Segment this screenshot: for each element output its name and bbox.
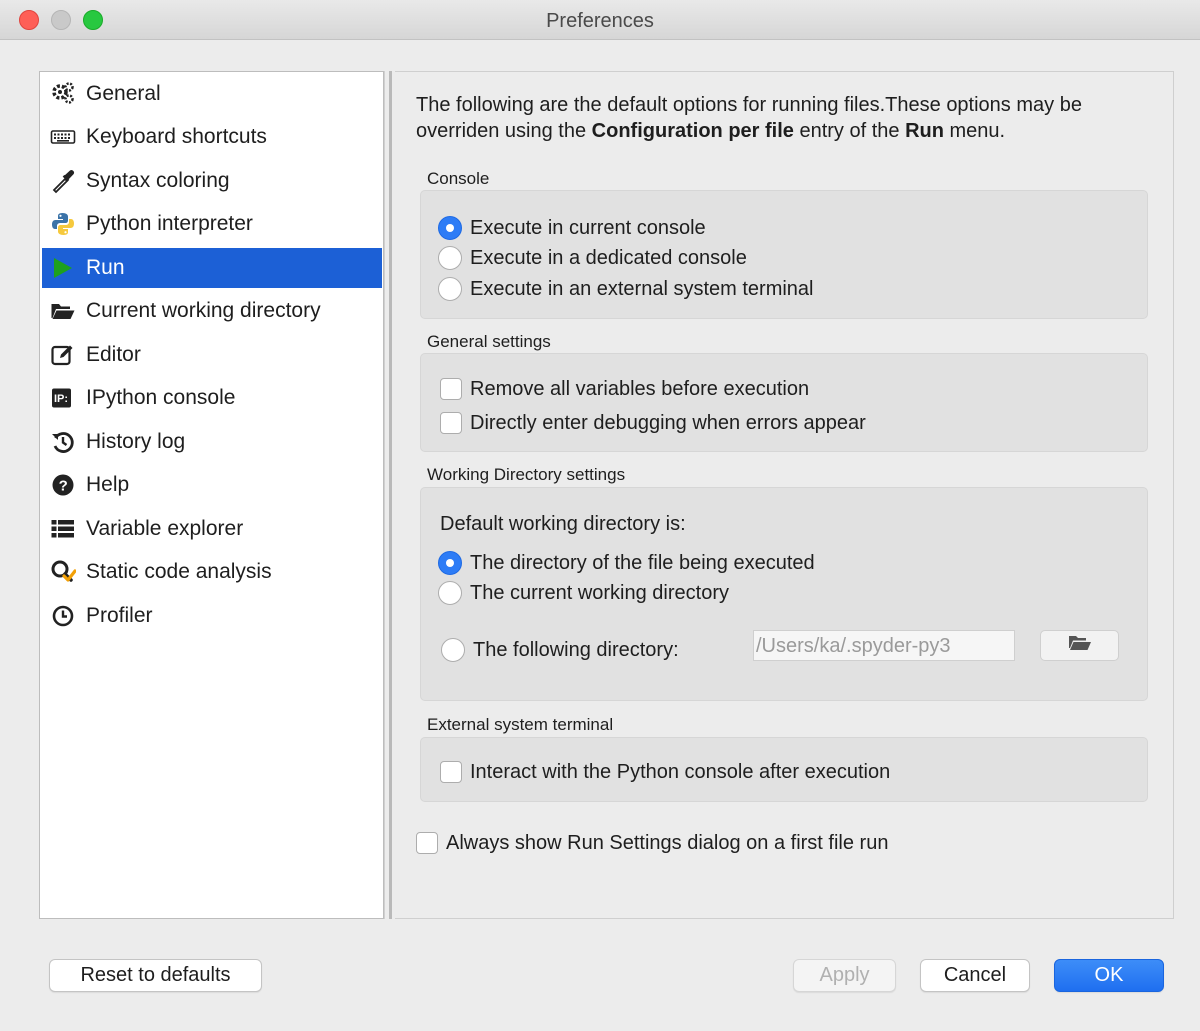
folder-open-icon: [50, 298, 76, 324]
sidebar-item-label: IPython console: [86, 386, 236, 409]
current-working-directory-radio[interactable]: The current working directory: [438, 579, 729, 607]
sidebar-item-label: Editor: [86, 343, 141, 366]
window-title: Preferences: [546, 10, 654, 32]
following-directory-radio[interactable]: The following directory:: [441, 636, 679, 664]
checkbox[interactable]: [416, 832, 438, 854]
radio-unselected[interactable]: [438, 277, 462, 301]
sidebar-item-keyboard-shortcuts[interactable]: Keyboard shortcuts: [42, 117, 382, 157]
sidebar-item-label: Current working directory: [86, 299, 321, 322]
sidebar-item-label: Profiler: [86, 604, 153, 627]
sidebar-item-current-working-directory[interactable]: Current working directory: [42, 291, 382, 331]
sidebar-item-general[interactable]: General: [42, 74, 382, 114]
svg-text:?: ?: [59, 478, 68, 495]
table-list-icon: [50, 516, 76, 542]
radio-unselected[interactable]: [441, 638, 465, 662]
sidebar-item-syntax-coloring[interactable]: Syntax coloring: [42, 161, 382, 201]
code-analysis-icon: [50, 559, 76, 585]
sidebar-item-editor[interactable]: Editor: [42, 335, 382, 375]
execute-external-terminal-radio[interactable]: Execute in an external system terminal: [438, 275, 814, 303]
sidebar-item-label: History log: [86, 430, 186, 453]
execute-current-console-radio[interactable]: Execute in current console: [438, 214, 706, 242]
file-directory-radio[interactable]: The directory of the file being executed: [438, 549, 815, 577]
directory-input[interactable]: /Users/ka/.spyder-py3: [753, 630, 1015, 661]
sidebar-item-label: Static code analysis: [86, 560, 272, 583]
sidebar-item-label: Help: [86, 473, 130, 496]
sidebar-item-history-log[interactable]: History log: [42, 422, 382, 462]
cancel-button[interactable]: Cancel: [920, 959, 1030, 992]
run-settings-description: The following are the default options fo…: [416, 94, 1082, 142]
clock-icon: [50, 603, 76, 629]
sidebar-item-static-code-analysis[interactable]: Static code analysis: [42, 552, 382, 592]
enter-debugging-checkbox[interactable]: Directly enter debugging when errors app…: [440, 409, 866, 437]
edit-icon: [50, 342, 76, 368]
gears-icon: [50, 81, 76, 107]
default-working-directory-label: Default working directory is:: [440, 512, 686, 535]
sidebar-item-label: General: [86, 82, 161, 105]
eyedropper-icon: [50, 168, 76, 194]
working-directory-group-title: Working Directory settings: [427, 465, 626, 484]
always-show-run-settings-checkbox[interactable]: Always show Run Settings dialog on a fir…: [416, 829, 888, 857]
keyboard-icon: [50, 124, 76, 150]
checkbox[interactable]: [440, 761, 462, 783]
sidebar-item-label: Variable explorer: [86, 517, 244, 540]
apply-button[interactable]: Apply: [793, 959, 896, 992]
remove-variables-checkbox[interactable]: Remove all variables before execution: [440, 375, 809, 403]
sidebar-item-run[interactable]: Run: [42, 248, 382, 288]
title-bar: Preferences: [0, 0, 1200, 40]
ok-button[interactable]: OK: [1054, 959, 1164, 992]
interact-python-console-checkbox[interactable]: Interact with the Python console after e…: [440, 758, 890, 786]
history-icon: [50, 429, 76, 455]
external-terminal-group-title: External system terminal: [427, 715, 614, 734]
sidebar-item-label: Python interpreter: [86, 212, 253, 235]
console-group-title: Console: [427, 169, 490, 188]
checkbox[interactable]: [440, 378, 462, 400]
help-icon: ?: [50, 472, 76, 498]
sidebar-item-label: Run: [86, 256, 125, 279]
sidebar-item-variable-explorer[interactable]: Variable explorer: [42, 509, 382, 549]
svg-text:IP:: IP:: [54, 393, 68, 405]
sidebar-item-ipython-console[interactable]: IP: IPython console: [42, 378, 382, 418]
sidebar-item-help[interactable]: ? Help: [42, 465, 382, 505]
radio-selected[interactable]: [438, 551, 462, 575]
play-icon: [50, 255, 76, 281]
browse-directory-button[interactable]: [1040, 630, 1119, 661]
folder-open-icon: [1068, 633, 1092, 658]
execute-dedicated-console-radio[interactable]: Execute in a dedicated console: [438, 244, 747, 272]
general-settings-group-title: General settings: [427, 332, 551, 351]
checkbox[interactable]: [440, 412, 462, 434]
radio-unselected[interactable]: [438, 581, 462, 605]
reset-to-defaults-button[interactable]: Reset to defaults: [49, 959, 262, 992]
sidebar-item-python-interpreter[interactable]: Python interpreter: [42, 204, 382, 244]
radio-selected[interactable]: [438, 216, 462, 240]
radio-unselected[interactable]: [438, 246, 462, 270]
sidebar-item-profiler[interactable]: Profiler: [42, 596, 382, 636]
python-icon: [50, 211, 76, 237]
sidebar-item-label: Keyboard shortcuts: [86, 125, 267, 148]
sidebar-item-label: Syntax coloring: [86, 169, 230, 192]
preferences-sidebar: General Keyboard shortcuts Syntax colori…: [39, 71, 384, 919]
ipython-icon: IP:: [50, 385, 76, 411]
